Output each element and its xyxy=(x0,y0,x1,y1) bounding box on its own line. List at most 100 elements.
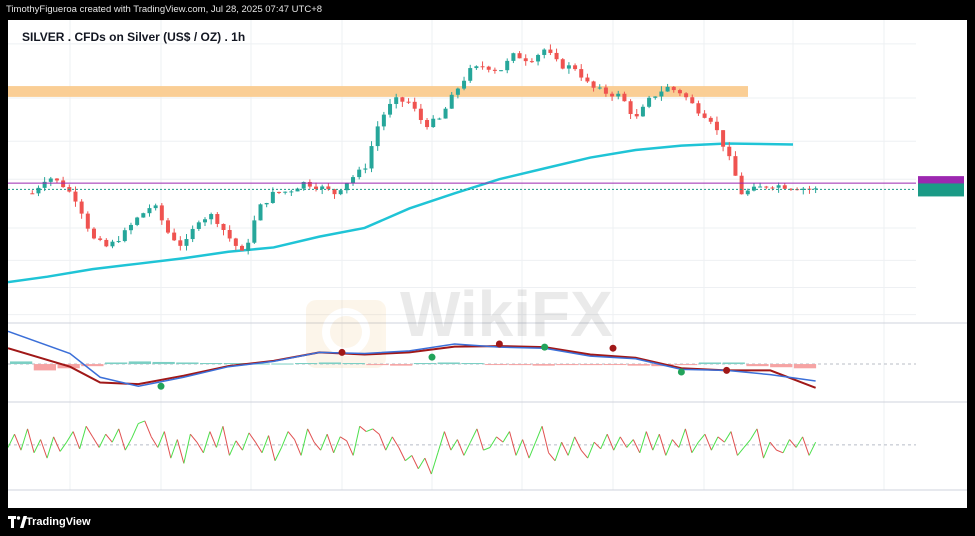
osc-segment xyxy=(548,452,556,462)
osc-segment xyxy=(274,447,282,461)
osc-segment xyxy=(567,436,576,456)
candle-body xyxy=(690,97,695,104)
osc-segment xyxy=(437,431,445,453)
macd-histogram-bar xyxy=(461,363,484,365)
candle-body xyxy=(412,101,417,109)
macd-histogram-bar xyxy=(675,364,698,366)
candle-body xyxy=(54,178,59,181)
osc-segment xyxy=(222,426,230,456)
chart-svg[interactable]: WikiFX SILVER . CFDs on Silver (US$ / OZ… xyxy=(7,20,967,508)
candle-body xyxy=(659,91,664,97)
osc-segment xyxy=(724,431,732,443)
osc-segment xyxy=(489,436,497,448)
top-bar: TimothyFigueroa created with TradingView… xyxy=(0,0,975,20)
osc-segment xyxy=(228,440,237,456)
candle-body xyxy=(708,117,713,122)
osc-segment xyxy=(150,436,159,448)
osc-segment xyxy=(600,434,608,450)
price-axis xyxy=(918,176,964,197)
osc-segment xyxy=(561,441,569,456)
chart-area[interactable]: WikiFX SILVER . CFDs on Silver (US$ / OZ… xyxy=(7,20,967,508)
moving-average xyxy=(7,142,794,284)
osc-segment xyxy=(40,439,48,459)
candle-body xyxy=(258,204,263,221)
osc-segment xyxy=(294,439,302,456)
osc-segment xyxy=(92,436,100,448)
candle-body xyxy=(314,186,319,190)
macd-histogram-bar xyxy=(390,364,413,366)
osc-segment xyxy=(417,457,426,469)
osc-segment xyxy=(769,441,777,451)
osc-segment xyxy=(300,428,309,456)
attribution-text: TimothyFigueroa created with TradingView… xyxy=(6,4,323,15)
macd-histogram-bar xyxy=(200,363,223,365)
candle-body xyxy=(480,66,485,68)
osc-segment xyxy=(776,449,784,454)
osc-segment xyxy=(391,436,400,448)
osc-segment xyxy=(450,439,458,451)
candle-body xyxy=(104,239,109,247)
macd-histogram-bar xyxy=(318,362,342,365)
candle-body xyxy=(474,66,479,69)
macd-histogram-bar xyxy=(698,362,722,365)
candle-body xyxy=(505,60,510,71)
osc-segment xyxy=(730,431,738,456)
osc-segment xyxy=(124,437,133,451)
candle-body xyxy=(357,169,362,178)
candle-body xyxy=(202,219,207,223)
osc-segment xyxy=(639,431,647,453)
osc-segment xyxy=(684,428,693,453)
macd-histogram-bar xyxy=(437,362,460,365)
last-price-tag xyxy=(918,183,964,197)
candle-body xyxy=(721,130,726,147)
candle-body xyxy=(79,201,84,214)
tradingview-logo-icon xyxy=(8,516,27,528)
candle-body xyxy=(122,230,127,242)
ma-line xyxy=(7,142,794,284)
candle-body xyxy=(616,93,621,97)
candle-body xyxy=(326,186,331,190)
candle-body xyxy=(653,96,658,98)
candle-body xyxy=(159,205,164,221)
osc-segment xyxy=(378,434,387,451)
osc-segment xyxy=(261,435,269,453)
candle-body xyxy=(566,65,571,69)
osc-segment xyxy=(255,441,263,454)
candle-body xyxy=(727,146,732,157)
osc-segment xyxy=(346,440,354,456)
candle-body xyxy=(455,88,460,95)
candle-body xyxy=(153,205,158,209)
candle-body xyxy=(468,68,473,81)
candle-body xyxy=(418,108,423,121)
osc-segment xyxy=(808,441,817,456)
macd-histogram-bar xyxy=(627,364,650,366)
candle-body xyxy=(671,86,676,91)
osc-segment xyxy=(235,440,243,451)
osc-segment xyxy=(710,436,719,451)
candle-body xyxy=(277,191,282,193)
candle-body xyxy=(776,185,781,188)
osc-segment xyxy=(574,436,582,451)
macd-crossover-marker xyxy=(157,382,165,390)
osc-segment xyxy=(737,447,745,456)
macd-crossover-marker xyxy=(338,348,346,356)
candle-body xyxy=(640,106,645,117)
candle-body xyxy=(560,59,565,69)
macd-histogram-bar xyxy=(128,361,152,365)
candle-body xyxy=(591,81,596,88)
candle-body xyxy=(147,208,152,214)
candle-body xyxy=(91,228,96,239)
osc-segment xyxy=(372,428,380,435)
osc-segment xyxy=(671,439,680,448)
osc-segment xyxy=(580,449,589,459)
osc-segment xyxy=(802,436,810,456)
osc-segment xyxy=(131,423,139,439)
candle-body xyxy=(684,93,689,98)
candle-body xyxy=(677,90,682,94)
osc-segment xyxy=(20,428,29,451)
candle-body xyxy=(764,186,769,188)
candle-body xyxy=(714,121,719,131)
candle-body xyxy=(36,187,41,194)
candle-body xyxy=(178,240,183,246)
osc-segment xyxy=(385,436,393,451)
